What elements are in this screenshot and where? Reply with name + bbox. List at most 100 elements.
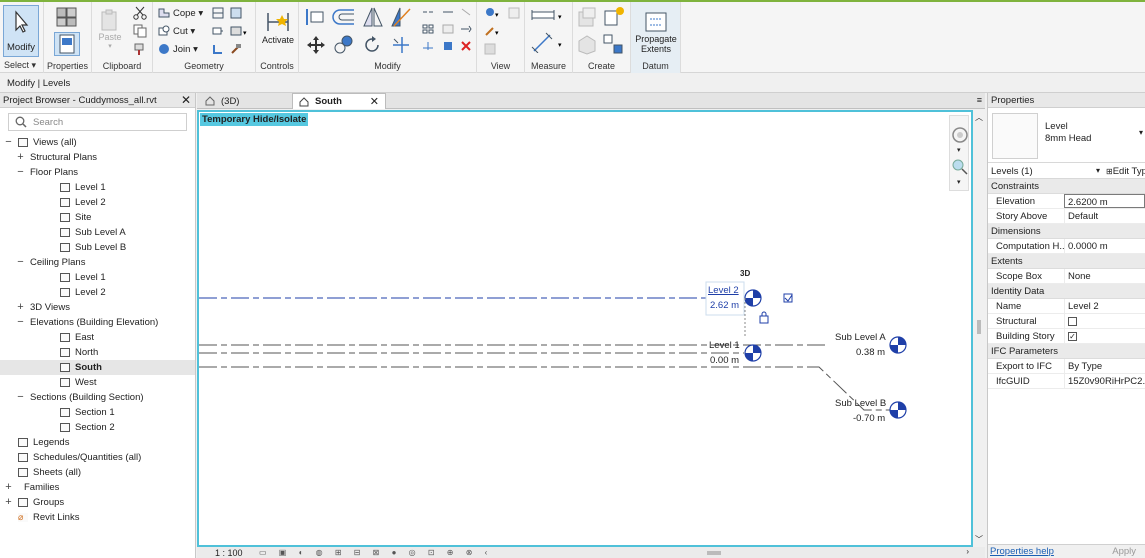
create-parts-button[interactable] [575,32,599,56]
collapse-icon[interactable]: − [16,390,25,405]
tree-item[interactable]: Level 2 [0,195,195,210]
collapse-icon[interactable]: − [4,135,13,150]
tree-item[interactable]: East [0,330,195,345]
expand-icon[interactable]: + [16,300,25,315]
delete-button[interactable] [459,40,473,52]
tree-item[interactable]: Level 1 [0,180,195,195]
tree-item[interactable]: − Sections (Building Section) [0,390,195,405]
tree-item[interactable]: South [0,360,195,375]
scroll-thumb[interactable] [977,320,981,334]
trim-button[interactable] [389,34,413,56]
properties-toggle-button[interactable] [54,32,80,56]
view-tool-4[interactable] [483,42,497,56]
steering-wheel-icon[interactable] [951,126,969,144]
tree-item[interactable]: − Floor Plans [0,165,195,180]
tree-item[interactable]: Sub Level B [0,240,195,255]
instance-filter[interactable]: Levels (1) ▾ ⊞Edit Typ [988,163,1145,179]
scroll-up-icon[interactable]: ︿ [975,112,983,123]
property-value[interactable]: ✓ [1064,329,1145,343]
vertical-scrollbar[interactable]: ︿ ﹀ [973,110,985,547]
tree-item[interactable]: − Elevations (Building Elevation) [0,315,195,330]
modify-small-2[interactable] [441,6,455,18]
property-category[interactable]: Extents [988,254,1145,269]
modify-small-1[interactable] [421,6,435,18]
scale-label[interactable]: 1 : 100 [215,548,243,558]
property-category[interactable]: Dimensions [988,224,1145,239]
mirror-axis-button[interactable] [361,5,385,29]
type-selector[interactable]: Level 8mm Head ▾ [988,108,1145,163]
expand-icon[interactable]: + [4,480,13,495]
property-value[interactable]: Default [1064,209,1145,223]
cope-button[interactable]: Cope ▾ [158,7,203,19]
geometry-tool-5[interactable] [211,42,225,56]
dimension-button[interactable]: ▾ [529,30,567,54]
nav-dropdown-2[interactable]: ▾ [957,178,961,186]
create-group-button[interactable] [601,32,627,56]
join-button[interactable]: Join ▾ [158,43,198,55]
tree-item[interactable]: Level 1 [0,270,195,285]
property-category[interactable]: Identity Data [988,284,1145,299]
match-properties-button[interactable] [132,42,148,56]
offset-button[interactable] [331,5,357,29]
horizontal-scroll-thumb[interactable] [707,551,721,555]
propagate-extents-button[interactable]: Propagate Extents [634,5,678,59]
tab-close-icon[interactable]: ✕ [370,95,379,108]
tree-item[interactable]: + Structural Plans [0,150,195,165]
lock-icon[interactable] [759,311,769,324]
tree-item[interactable]: Site [0,210,195,225]
unchecked-checkbox-icon[interactable] [1068,316,1077,326]
property-value[interactable]: None [1064,269,1145,283]
checked-checkbox-icon[interactable]: ✓ [1068,331,1077,341]
tree-item[interactable]: Section 1 [0,405,195,420]
rotate-button[interactable] [361,34,383,56]
create-similar-button[interactable] [601,5,627,29]
scroll-down-icon[interactable]: ﹀ [975,534,983,545]
level-2-head-icon[interactable] [744,289,762,307]
modify-small-4[interactable] [421,23,435,35]
close-icon[interactable]: ✕ [181,93,191,107]
3d-toggle-label[interactable]: 3D [740,269,750,278]
view-tool-2[interactable] [507,6,521,20]
tab-3d[interactable]: (3D) [199,93,245,109]
hide-in-view-button[interactable]: ▾ [483,6,503,20]
tree-item[interactable]: North [0,345,195,360]
modify-small-3[interactable] [459,6,473,18]
tree-item[interactable]: − Ceiling Plans [0,255,195,270]
property-category[interactable]: Constraints [988,179,1145,194]
mirror-draw-button[interactable] [389,5,413,29]
modify-small-7[interactable] [421,40,435,52]
activate-button[interactable]: Activate [262,5,294,49]
type-properties-button[interactable] [54,5,80,29]
tree-item[interactable]: Sub Level A [0,225,195,240]
scroll-right-icon[interactable]: › [966,547,969,556]
view-controls-icons[interactable]: ▭ ▣ ◐ ◍ ⊞ ⊟ ⊠ ● ◎ ⊡ ⊕ ⊗ ‹ [259,548,492,557]
property-value[interactable]: 15Z0v90RiHrPC2... [1064,374,1145,388]
expand-icon[interactable]: + [4,495,13,510]
modify-small-6[interactable] [459,23,473,35]
sub-level-a-head-icon[interactable] [889,336,907,354]
instance-filter-dropdown-icon[interactable]: ▾ [1096,166,1100,175]
property-value[interactable]: 2.6200 m [1064,194,1145,208]
elevation-view-canvas[interactable]: Temporary Hide/Isolate 3D Level 2 2.62 m… [197,110,973,547]
apply-button[interactable]: Apply [1112,546,1136,557]
tree-item[interactable]: ⌀ Revit Links [0,510,195,525]
property-value[interactable]: 0.0000 m [1064,239,1145,253]
tree-item[interactable]: + Families [0,480,195,495]
tree-item[interactable]: − Views (all) [0,135,195,150]
property-value[interactable]: Level 2 [1064,299,1145,313]
property-category[interactable]: IFC Parameters [988,344,1145,359]
geometry-tool-4[interactable]: ▾ [229,24,249,38]
collapse-icon[interactable]: − [16,315,25,330]
select-dropdown[interactable]: Select ▾ [0,60,43,71]
modify-small-5[interactable] [441,23,455,35]
geometry-tool-3[interactable] [211,24,225,38]
properties-help-link[interactable]: Properties help [990,546,1054,557]
level-1-head-icon[interactable] [744,344,762,362]
collapse-icon[interactable]: − [16,165,25,180]
tree-item[interactable]: Schedules/Quantities (all) [0,450,195,465]
align-button[interactable] [303,5,327,29]
nav-dropdown-1[interactable]: ▾ [957,146,961,154]
edit-type-button[interactable]: ⊞Edit Typ [1106,166,1145,177]
geometry-tool-6[interactable] [229,42,243,56]
property-value[interactable] [1064,314,1145,328]
